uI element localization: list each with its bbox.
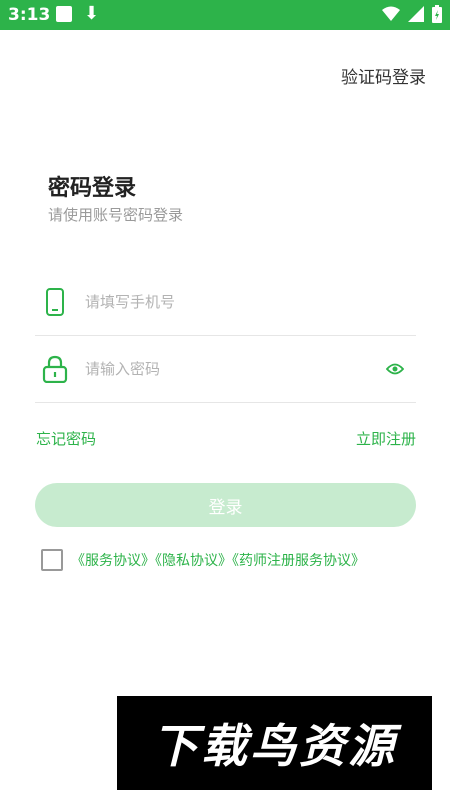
password-field-row [35, 336, 416, 403]
page-title: 密码登录 [48, 176, 137, 201]
download-icon: ⬇ [84, 3, 100, 24]
status-icons [382, 5, 442, 23]
page-subtitle: 请使用账号密码登录 [48, 206, 184, 224]
forgot-password-link[interactable]: 忘记密码 [36, 428, 96, 449]
agreement-links: 《服务协议》《隐私协议》《药师注册服务协议》 [71, 550, 365, 570]
signal-icon [408, 6, 424, 22]
service-agreement-link[interactable]: 《服务协议》 [71, 553, 155, 569]
switch-to-code-login-link[interactable]: 验证码登录 [341, 63, 426, 88]
phone-field-row [35, 269, 416, 336]
phone-input[interactable] [83, 292, 416, 312]
battery-icon [432, 5, 442, 23]
pharmacist-agreement-link[interactable]: 《药师注册服务协议》 [232, 553, 365, 569]
phone-icon [35, 288, 75, 316]
watermark-logo: 下载鸟资源 [117, 696, 432, 790]
agreement-checkbox[interactable] [41, 549, 63, 571]
lock-icon [35, 355, 75, 383]
notification-square-icon [56, 6, 72, 22]
wifi-icon [382, 6, 400, 21]
privacy-agreement-link[interactable]: 《隐私协议》 [155, 553, 232, 569]
status-time: 3:13 [8, 5, 51, 25]
password-input[interactable] [83, 359, 380, 379]
agreement-row: 《服务协议》《隐私协议》《药师注册服务协议》 [41, 549, 365, 571]
register-link[interactable]: 立即注册 [356, 428, 416, 449]
status-bar: 3:13 ⬇ [0, 0, 450, 30]
login-button[interactable]: 登录 [35, 483, 416, 527]
eye-icon[interactable] [380, 363, 410, 375]
